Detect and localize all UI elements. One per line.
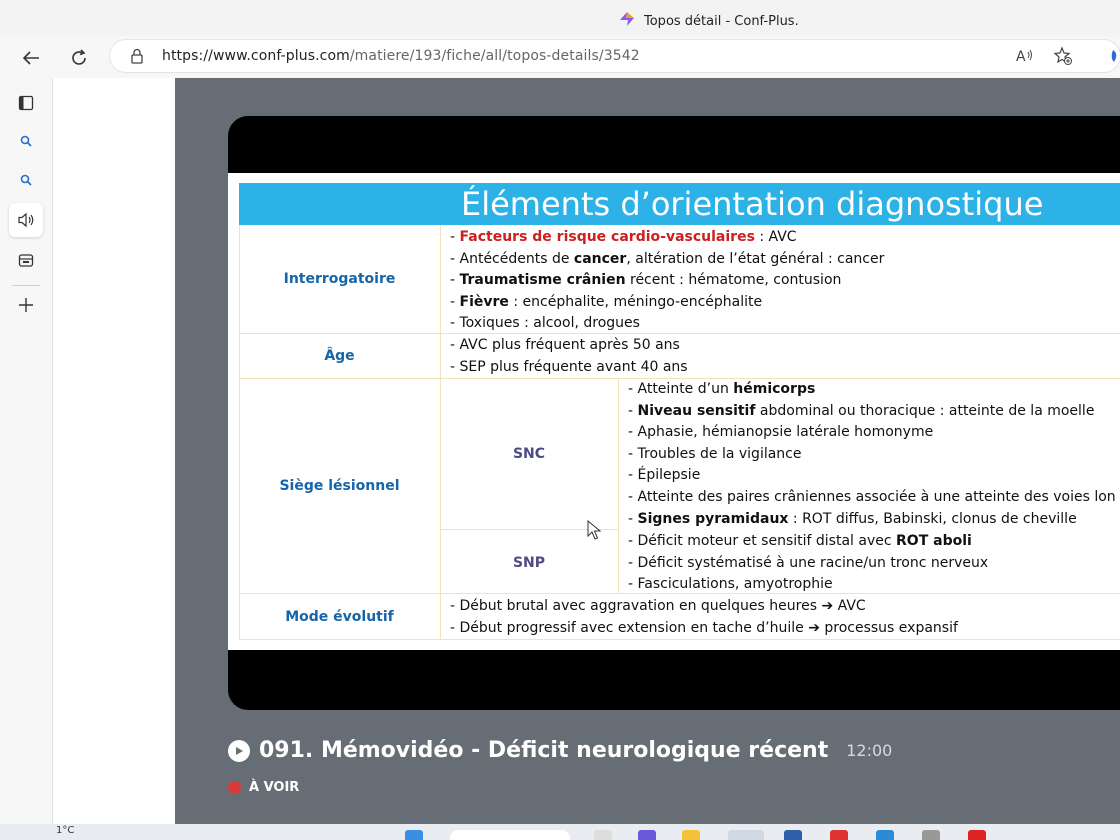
profile-icon[interactable]	[1102, 46, 1120, 66]
url-text: https://www.conf-plus.com/matiere/193/fi…	[162, 48, 640, 64]
search-icon	[20, 174, 32, 186]
list-item: - AVC plus fréquent après 50 ans	[450, 337, 680, 353]
sidebar-divider	[12, 285, 40, 286]
arrow-icon: ➔	[808, 619, 820, 636]
search-sidebar-button-2[interactable]	[9, 163, 43, 197]
play-button[interactable]	[228, 739, 250, 762]
lock-icon	[130, 48, 144, 68]
start-icon[interactable]	[405, 830, 423, 840]
list-item: - Épilepsie	[628, 467, 701, 484]
video-player[interactable]: Éléments d’orientation diagnostique Inte…	[228, 116, 1120, 710]
app-icon-2[interactable]	[922, 830, 940, 840]
list-item: - Fasciculations, amyotrophie	[628, 576, 833, 593]
video-slide: Éléments d’orientation diagnostique Inte…	[228, 173, 1120, 650]
window-titlebar: Topos détail - Conf-Plus.	[0, 0, 1120, 36]
row-divider	[239, 333, 1120, 334]
app-icon-3[interactable]	[968, 830, 986, 840]
video-title[interactable]: 091. Mémovidéo - Déficit neurologique ré…	[259, 738, 828, 763]
app-icon[interactable]	[876, 830, 894, 840]
slide-title: Éléments d’orientation diagnostique	[239, 183, 1120, 225]
task-view-icon[interactable]	[594, 830, 612, 840]
store-icon[interactable]	[784, 830, 802, 840]
address-bar[interactable]: https://www.conf-plus.com/matiere/193/fi…	[110, 40, 1120, 72]
page-left-panel	[52, 78, 176, 824]
sub-label-snc: SNC	[512, 446, 546, 462]
list-item: - Niveau sensitif abdominal ou thoraciqu…	[628, 402, 1095, 419]
list-item: - Aphasie, hémianopsie latérale homonyme	[628, 424, 934, 441]
list-item: - Facteurs de risque cardio-vasculaires …	[450, 229, 797, 245]
row-label-mode: Mode évolutif	[285, 609, 394, 625]
file-explorer-icon[interactable]	[682, 830, 700, 840]
edge-browser-icon[interactable]	[728, 830, 764, 840]
back-arrow-icon	[22, 51, 39, 65]
status-dot-icon	[228, 781, 241, 794]
column-divider	[239, 225, 240, 639]
video-duration: 12:00	[846, 741, 893, 760]
arrow-icon: ➔	[821, 598, 834, 614]
list-item: - Déficit moteur et sensitif distal avec…	[628, 533, 972, 549]
toolbox-icon	[18, 254, 34, 267]
back-button[interactable]	[17, 44, 45, 72]
list-item: - Fièvre : encéphalite, méningo-encéphal…	[450, 293, 763, 310]
play-icon	[236, 746, 243, 755]
video-meta: 091. Mémovidéo - Déficit neurologique ré…	[228, 738, 892, 763]
refresh-button[interactable]	[65, 44, 93, 72]
list-item: - Atteinte d’un hémicorps	[628, 381, 816, 397]
column-divider	[618, 378, 619, 593]
search-icon	[20, 135, 32, 147]
mouse-cursor-icon	[587, 519, 602, 544]
favorite-add-icon[interactable]	[1052, 46, 1074, 66]
app-logo-icon	[618, 10, 636, 32]
tab-actions-button[interactable]	[9, 86, 43, 120]
svg-text:A: A	[1016, 49, 1026, 65]
row-label-siege: Siège lésionnel	[279, 478, 400, 494]
tools-sidebar-button[interactable]	[9, 243, 43, 277]
audio-sidebar-button[interactable]	[9, 203, 43, 237]
chat-icon[interactable]	[638, 830, 656, 840]
os-taskbar: 1°C	[0, 824, 1120, 840]
tab-panel-icon	[18, 95, 34, 111]
list-item: - SEP plus fréquente avant 40 ans	[450, 358, 688, 375]
list-item: - Troubles de la vigilance	[628, 445, 802, 462]
row-label-age: Âge	[324, 348, 355, 364]
column-divider	[440, 225, 441, 639]
speaker-icon	[18, 212, 34, 228]
add-sidebar-button[interactable]	[9, 288, 43, 322]
list-item: - Toxiques : alcool, drogues	[450, 315, 640, 332]
tab-title: Topos détail - Conf-Plus.	[618, 10, 799, 32]
weather-temperature[interactable]: 1°C	[56, 825, 74, 836]
list-item: - Début progressif avec extension en tac…	[450, 619, 958, 636]
taskbar-search-icon[interactable]	[450, 830, 570, 840]
plus-icon	[19, 298, 33, 312]
refresh-icon	[72, 49, 86, 65]
mail-icon[interactable]	[830, 830, 848, 840]
list-item: - Signes pyramidaux : ROT diffus, Babins…	[628, 510, 1077, 527]
list-item: - Déficit systématisé à une racine/un tr…	[628, 554, 989, 571]
list-item: - Début brutal avec aggravation en quelq…	[450, 598, 866, 614]
list-item: - Antécédents de cancer, altération de l…	[450, 250, 885, 267]
row-label-interrogatoire: Interrogatoire	[283, 271, 396, 287]
search-sidebar-button[interactable]	[9, 124, 43, 158]
list-item: - Atteinte des paires crâniennes associé…	[628, 489, 1116, 505]
sub-label-snp: SNP	[512, 555, 546, 571]
status-badge: À VOIR	[228, 780, 299, 795]
read-aloud-icon[interactable]: A	[1014, 46, 1036, 66]
list-item: - Traumatisme crânien récent : hématome,…	[450, 272, 842, 289]
